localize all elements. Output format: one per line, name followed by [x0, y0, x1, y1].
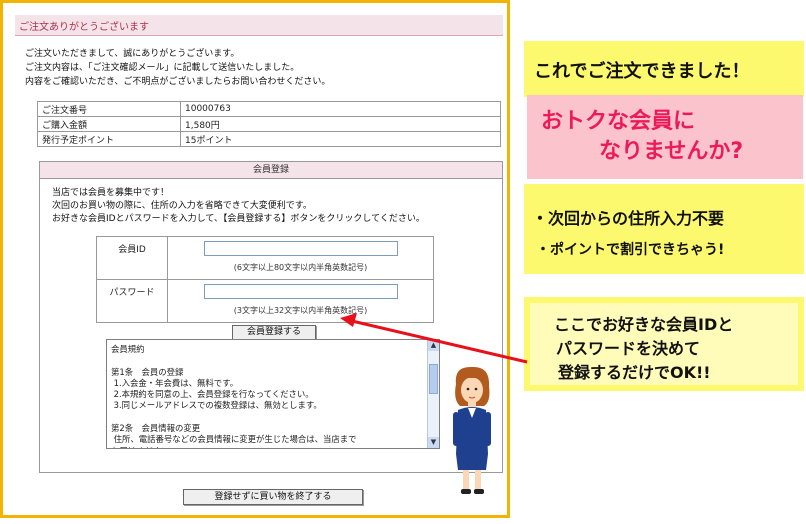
arrow-line: [351, 319, 528, 364]
pointer-arrow: [340, 313, 528, 364]
arrowhead-icon: [340, 313, 357, 327]
